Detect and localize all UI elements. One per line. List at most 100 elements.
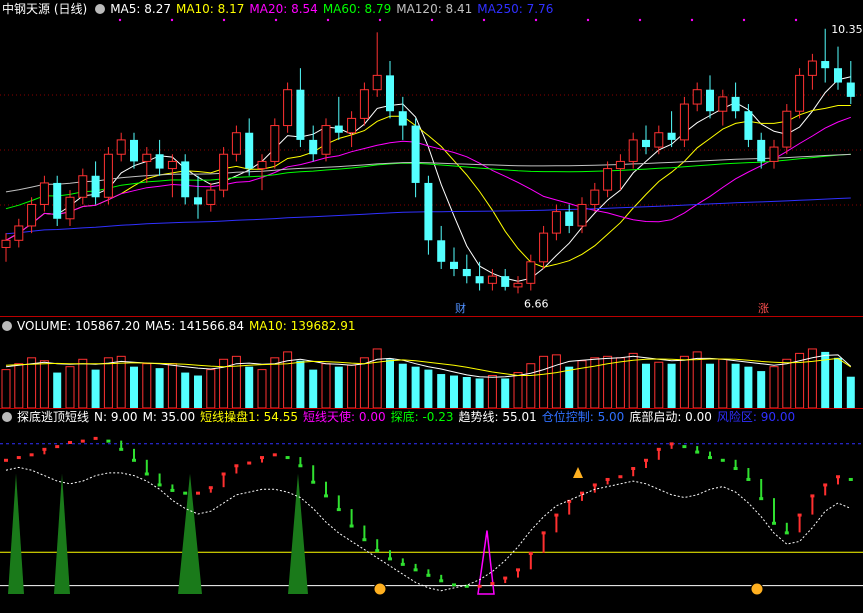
volume-bar xyxy=(155,368,164,408)
candle-body xyxy=(14,225,24,241)
high-price-label: 10.35 xyxy=(831,23,863,36)
short-term-step xyxy=(848,477,853,481)
volume-bar xyxy=(103,357,113,408)
volume-bar xyxy=(757,371,766,408)
volume-bar xyxy=(501,378,510,408)
candle-body xyxy=(526,261,536,284)
volume-bar xyxy=(1,369,11,408)
volume-bar xyxy=(679,355,689,408)
candle-body xyxy=(296,89,305,140)
volume-bar xyxy=(424,369,433,408)
short-term-step xyxy=(285,456,290,460)
volume-bar xyxy=(398,363,407,408)
volume-bar xyxy=(782,358,792,408)
indicator-chart[interactable] xyxy=(0,409,863,613)
short-term-step xyxy=(490,582,495,586)
signal-dot xyxy=(638,18,642,22)
candle-body xyxy=(372,74,382,91)
candle-body xyxy=(309,139,318,155)
volume-bar xyxy=(462,377,471,408)
candle-body xyxy=(27,203,37,227)
candle-body xyxy=(231,132,241,155)
candle-body xyxy=(1,239,11,248)
signal-dot xyxy=(222,18,226,22)
short-term-step xyxy=(247,461,252,465)
candle-body xyxy=(615,160,625,170)
volume-bar xyxy=(565,366,574,408)
candle-body xyxy=(679,103,689,141)
volume-bar xyxy=(359,357,369,408)
signal-dot xyxy=(378,18,382,22)
short-term-step xyxy=(93,436,98,440)
volume-bar xyxy=(475,378,484,408)
candle-body xyxy=(565,211,574,226)
volume-bar xyxy=(53,372,62,408)
volume-bar xyxy=(372,348,382,408)
volume-chart[interactable] xyxy=(0,318,863,408)
volume-bar xyxy=(257,369,267,408)
candle-body xyxy=(757,139,766,162)
signal-dot xyxy=(482,18,486,22)
candle-body xyxy=(654,132,664,148)
candle-body xyxy=(475,276,484,284)
candle-body xyxy=(782,110,792,148)
short-term-step xyxy=(55,445,60,449)
candle-body xyxy=(155,154,164,169)
volume-bar xyxy=(769,366,779,408)
volume-bar xyxy=(27,357,37,408)
candle-body xyxy=(347,117,357,134)
volume-bar xyxy=(245,366,254,408)
candle-body xyxy=(321,125,331,155)
volume-bar xyxy=(91,369,100,408)
candle-body xyxy=(513,282,523,288)
volume-bar xyxy=(167,363,177,408)
volume-bar xyxy=(526,363,536,408)
short-term-step xyxy=(106,439,111,443)
volume-bar xyxy=(386,359,394,408)
bottom-spike xyxy=(288,473,308,594)
volume-bar xyxy=(615,357,625,408)
volume-bar xyxy=(181,372,190,408)
volume-bar xyxy=(411,366,420,408)
signal-dot xyxy=(274,18,278,22)
volume-bar xyxy=(744,366,753,408)
candle-body xyxy=(245,132,254,169)
volume-bar xyxy=(142,363,152,408)
signal-dot xyxy=(118,18,122,22)
candle-body xyxy=(283,89,293,127)
top-warning-icon xyxy=(573,467,583,478)
volume-bar xyxy=(667,363,676,408)
candle-body xyxy=(206,189,216,205)
candle-body xyxy=(590,189,600,205)
volume-bar xyxy=(834,357,842,408)
candle-body xyxy=(78,175,88,198)
signal-dot xyxy=(690,18,694,22)
candle-body xyxy=(437,240,446,262)
volume-bar xyxy=(78,358,88,408)
short-term-step xyxy=(29,453,34,457)
candle-body xyxy=(769,146,779,162)
signal-dot xyxy=(534,18,538,22)
volume-bar xyxy=(334,366,343,408)
volume-bar xyxy=(692,351,702,408)
volume-bar xyxy=(130,366,138,408)
candle-body xyxy=(718,96,728,112)
candle-body xyxy=(257,160,267,170)
candle-body xyxy=(167,160,177,170)
candle-body xyxy=(130,139,138,162)
signal-dot xyxy=(586,18,590,22)
short-term-step xyxy=(183,491,188,495)
panel-divider-1 xyxy=(0,316,863,317)
candle-body xyxy=(398,111,407,126)
candle-body xyxy=(219,153,229,191)
candle-body xyxy=(628,139,638,162)
candle-body xyxy=(487,275,497,284)
candle-body xyxy=(551,211,561,234)
candle-body xyxy=(359,89,369,119)
short-term-step xyxy=(272,453,277,457)
candle-body xyxy=(795,74,805,112)
volume-bar xyxy=(65,366,75,408)
price-chart[interactable]: 10.35 6.66 财 涨 xyxy=(0,0,863,316)
volume-bar xyxy=(731,363,740,408)
bottom-spike xyxy=(8,473,24,594)
